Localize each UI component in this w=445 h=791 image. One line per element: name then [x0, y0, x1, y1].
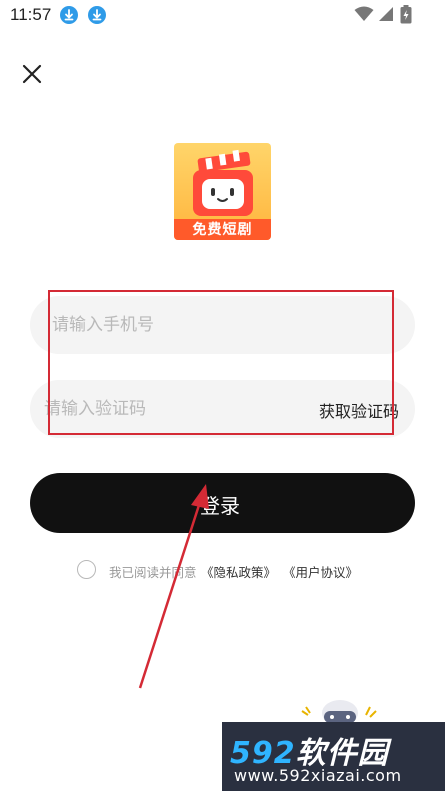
- watermark-url: www.592xiazai.com: [234, 766, 402, 785]
- wifi-icon: [354, 6, 374, 21]
- user-agreement-link[interactable]: 《用户协议》: [283, 562, 358, 581]
- agreement-checkbox[interactable]: [77, 560, 96, 579]
- watermark: 592软件园 www.592xiazai.com: [222, 722, 445, 791]
- status-time: 11:57: [10, 5, 52, 24]
- battery-icon: [400, 5, 412, 24]
- privacy-policy-link[interactable]: 《隐私政策》: [201, 562, 276, 581]
- status-bar: 11:57: [0, 0, 445, 30]
- login-button[interactable]: 登录: [30, 473, 415, 533]
- close-button[interactable]: [18, 60, 46, 88]
- download-icon: [60, 6, 78, 24]
- login-label: 登录: [200, 494, 240, 518]
- signal-icon: [379, 7, 393, 21]
- app-logo: 免费短剧: [174, 143, 271, 240]
- agreement-text: 我已阅读并同意: [109, 565, 197, 580]
- gamepad-mascot-icon: [301, 700, 377, 725]
- download-icon: [88, 6, 106, 24]
- close-icon: [22, 64, 42, 84]
- highlight-box: [48, 290, 394, 435]
- logo-text: 免费短剧: [192, 222, 253, 238]
